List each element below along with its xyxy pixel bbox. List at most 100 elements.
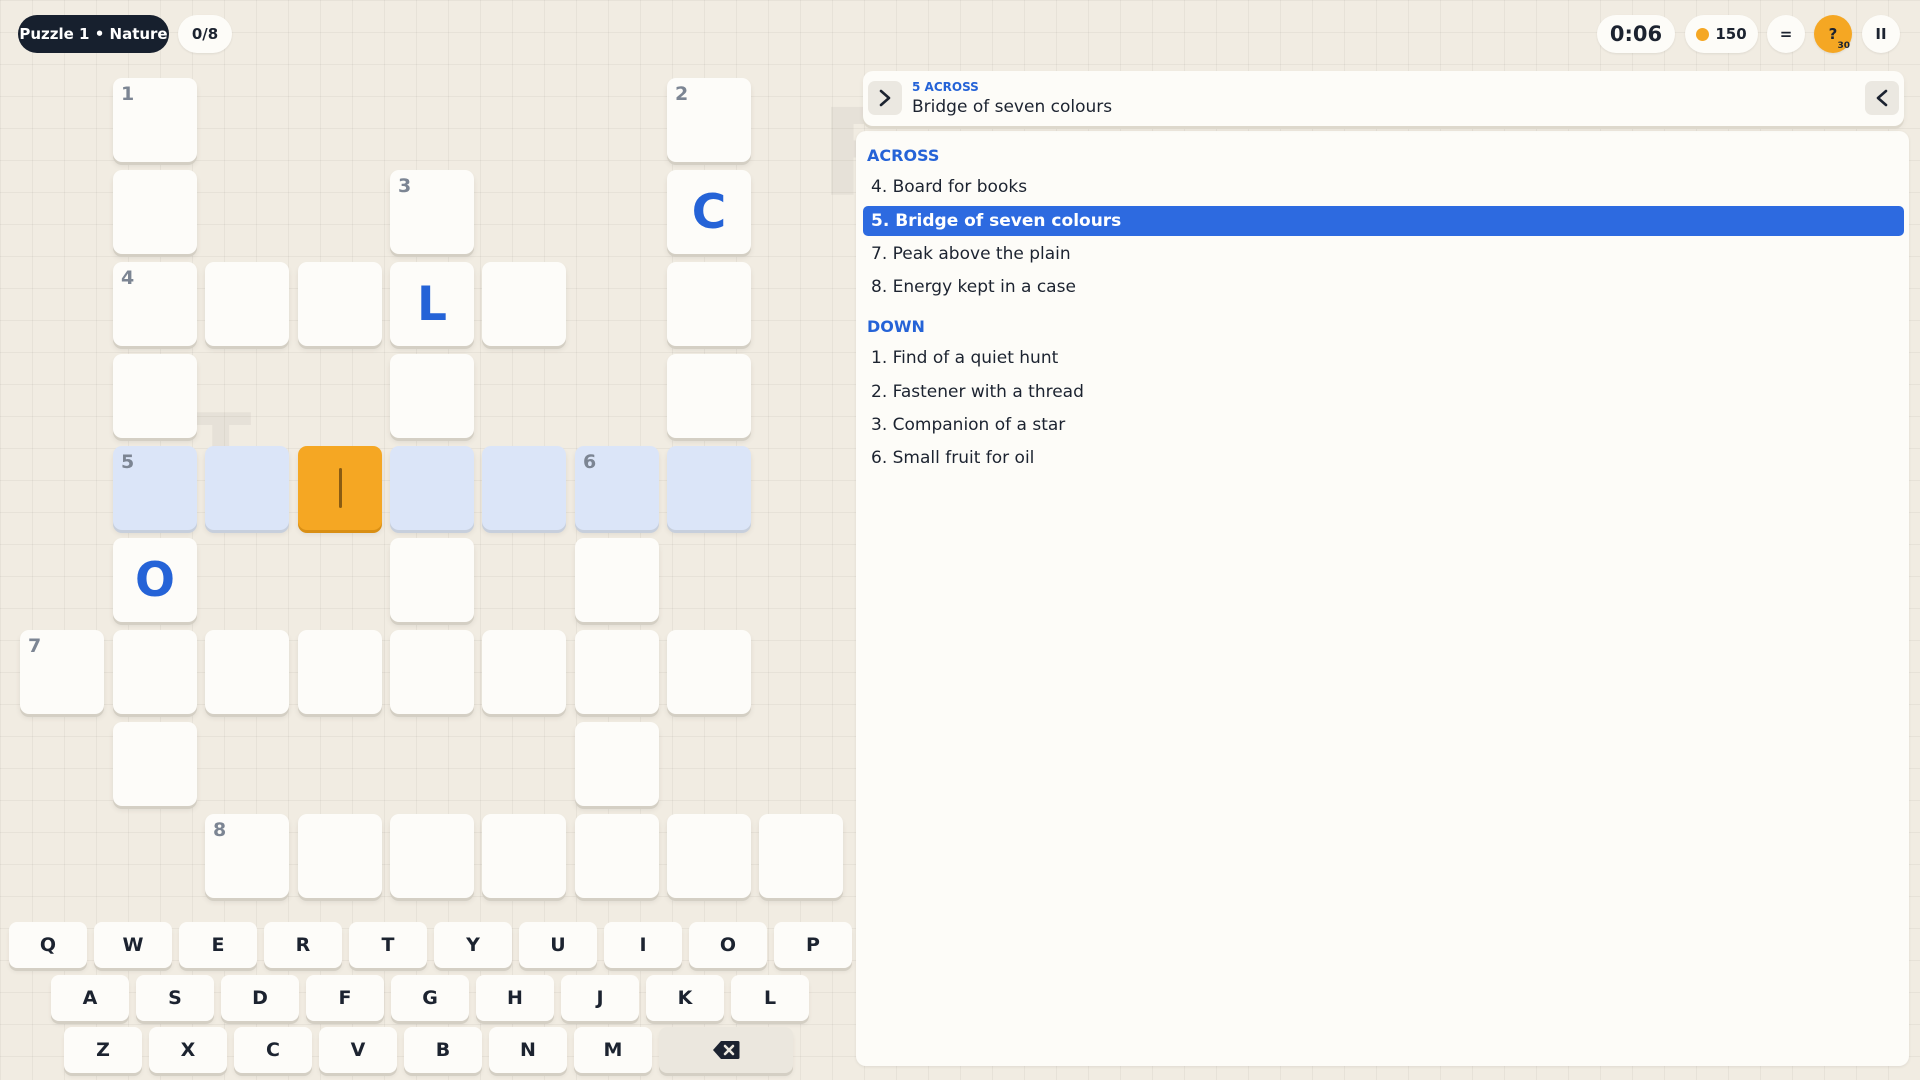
clue-item-across[interactable]: 7. Peak above the plain <box>863 239 1904 269</box>
grid-cell-highlighted[interactable] <box>390 446 474 530</box>
grid-cell[interactable] <box>390 538 474 622</box>
down-heading: DOWN <box>867 317 925 336</box>
key-u[interactable]: U <box>519 922 597 968</box>
grid-cell[interactable]: L <box>390 262 474 346</box>
key-b[interactable]: B <box>404 1027 482 1073</box>
key-h[interactable]: H <box>476 975 554 1021</box>
grid-cell[interactable] <box>390 630 474 714</box>
clue-number: 3 <box>398 175 412 197</box>
clue-number: 2 <box>675 83 689 105</box>
key-z[interactable]: Z <box>64 1027 142 1073</box>
next-clue-button[interactable] <box>1865 81 1899 115</box>
grid-cell[interactable] <box>113 630 197 714</box>
grid-cell[interactable] <box>205 630 289 714</box>
grid-cell[interactable] <box>667 262 751 346</box>
across-heading: ACROSS <box>867 146 940 165</box>
grid-cell[interactable]: 1 <box>113 78 197 162</box>
grid-cell[interactable] <box>575 538 659 622</box>
key-j[interactable]: J <box>561 975 639 1021</box>
clue-item-across[interactable]: 8. Energy kept in a case <box>863 272 1904 302</box>
grid-cell[interactable] <box>667 814 751 898</box>
coin-counter: 150 <box>1685 15 1758 53</box>
key-o[interactable]: O <box>689 922 767 968</box>
pause-button[interactable]: II <box>1862 15 1900 53</box>
key-i[interactable]: I <box>604 922 682 968</box>
cell-letter: O <box>135 552 175 608</box>
menu-icon: = <box>1779 25 1793 43</box>
previous-clue-button[interactable] <box>868 81 902 115</box>
chevron-right-icon <box>879 89 891 107</box>
grid-cell[interactable]: 3 <box>390 170 474 254</box>
clue-item-down[interactable]: 1. Find of a quiet hunt <box>863 343 1904 373</box>
key-n[interactable]: N <box>489 1027 567 1073</box>
grid-cell[interactable]: O <box>113 538 197 622</box>
grid-cell[interactable]: 7 <box>20 630 104 714</box>
key-m[interactable]: M <box>574 1027 652 1073</box>
clue-number: 4 <box>121 267 135 289</box>
key-v[interactable]: V <box>319 1027 397 1073</box>
grid-cell[interactable] <box>205 262 289 346</box>
grid-cell-highlighted[interactable]: 6 <box>575 446 659 530</box>
key-d[interactable]: D <box>221 975 299 1021</box>
grid-cell[interactable] <box>113 354 197 438</box>
key-f[interactable]: F <box>306 975 384 1021</box>
key-p[interactable]: P <box>774 922 852 968</box>
key-k[interactable]: K <box>646 975 724 1021</box>
current-clue-tag: 5 ACROSS <box>912 80 979 94</box>
grid-cell[interactable] <box>482 630 566 714</box>
grid-cell[interactable] <box>482 814 566 898</box>
grid-cell[interactable] <box>113 722 197 806</box>
menu-button[interactable]: = <box>1767 15 1805 53</box>
grid-cell[interactable] <box>575 814 659 898</box>
key-s[interactable]: S <box>136 975 214 1021</box>
grid-cell[interactable] <box>482 262 566 346</box>
clue-item-down[interactable]: 6. Small fruit for oil <box>863 443 1904 473</box>
key-y[interactable]: Y <box>434 922 512 968</box>
key-w[interactable]: W <box>94 922 172 968</box>
grid-cell[interactable] <box>298 262 382 346</box>
clue-number: 7 <box>28 635 42 657</box>
grid-cell[interactable] <box>298 630 382 714</box>
grid-cell[interactable]: 8 <box>205 814 289 898</box>
key-a[interactable]: A <box>51 975 129 1021</box>
clue-item-down[interactable]: 2. Fastener with a thread <box>863 377 1904 407</box>
grid-cell-highlighted[interactable] <box>205 446 289 530</box>
grid-cell[interactable]: 2 <box>667 78 751 162</box>
key-l[interactable]: L <box>731 975 809 1021</box>
grid-cell[interactable] <box>390 814 474 898</box>
pause-icon: II <box>1875 25 1887 43</box>
key-q[interactable]: Q <box>9 922 87 968</box>
cell-letter: L <box>417 276 447 332</box>
grid-cell-active[interactable] <box>298 446 382 530</box>
grid-cell[interactable] <box>298 814 382 898</box>
grid-cell[interactable] <box>575 722 659 806</box>
grid-cell[interactable] <box>759 814 843 898</box>
grid-cell[interactable] <box>667 354 751 438</box>
grid-cell-highlighted[interactable] <box>482 446 566 530</box>
grid-cell[interactable] <box>575 630 659 714</box>
key-r[interactable]: R <box>264 922 342 968</box>
grid-cell-highlighted[interactable]: 5 <box>113 446 197 530</box>
grid-cell[interactable] <box>390 354 474 438</box>
clue-item-across[interactable]: 4. Board for books <box>863 172 1904 202</box>
backspace-key[interactable] <box>659 1027 793 1073</box>
clue-item-across-selected[interactable]: 5. Bridge of seven colours <box>863 206 1904 236</box>
key-t[interactable]: T <box>349 922 427 968</box>
hint-count: 30 <box>1837 41 1850 51</box>
hint-button[interactable]: ? 30 <box>1814 15 1852 53</box>
clue-item-down[interactable]: 3. Companion of a star <box>863 410 1904 440</box>
key-g[interactable]: G <box>391 975 469 1021</box>
grid-cell[interactable] <box>113 170 197 254</box>
grid-cell[interactable]: 4 <box>113 262 197 346</box>
key-e[interactable]: E <box>179 922 257 968</box>
key-c[interactable]: C <box>234 1027 312 1073</box>
clue-number: 6 <box>583 451 597 473</box>
key-x[interactable]: X <box>149 1027 227 1073</box>
grid-cell[interactable]: C <box>667 170 751 254</box>
grid-cell[interactable] <box>667 630 751 714</box>
current-clue-text: Bridge of seven colours <box>912 97 1113 117</box>
current-clue-bar: 5 ACROSS Bridge of seven colours <box>863 71 1904 126</box>
timer: 0:06 <box>1597 15 1675 53</box>
chevron-left-icon <box>1876 89 1888 107</box>
grid-cell-highlighted[interactable] <box>667 446 751 530</box>
